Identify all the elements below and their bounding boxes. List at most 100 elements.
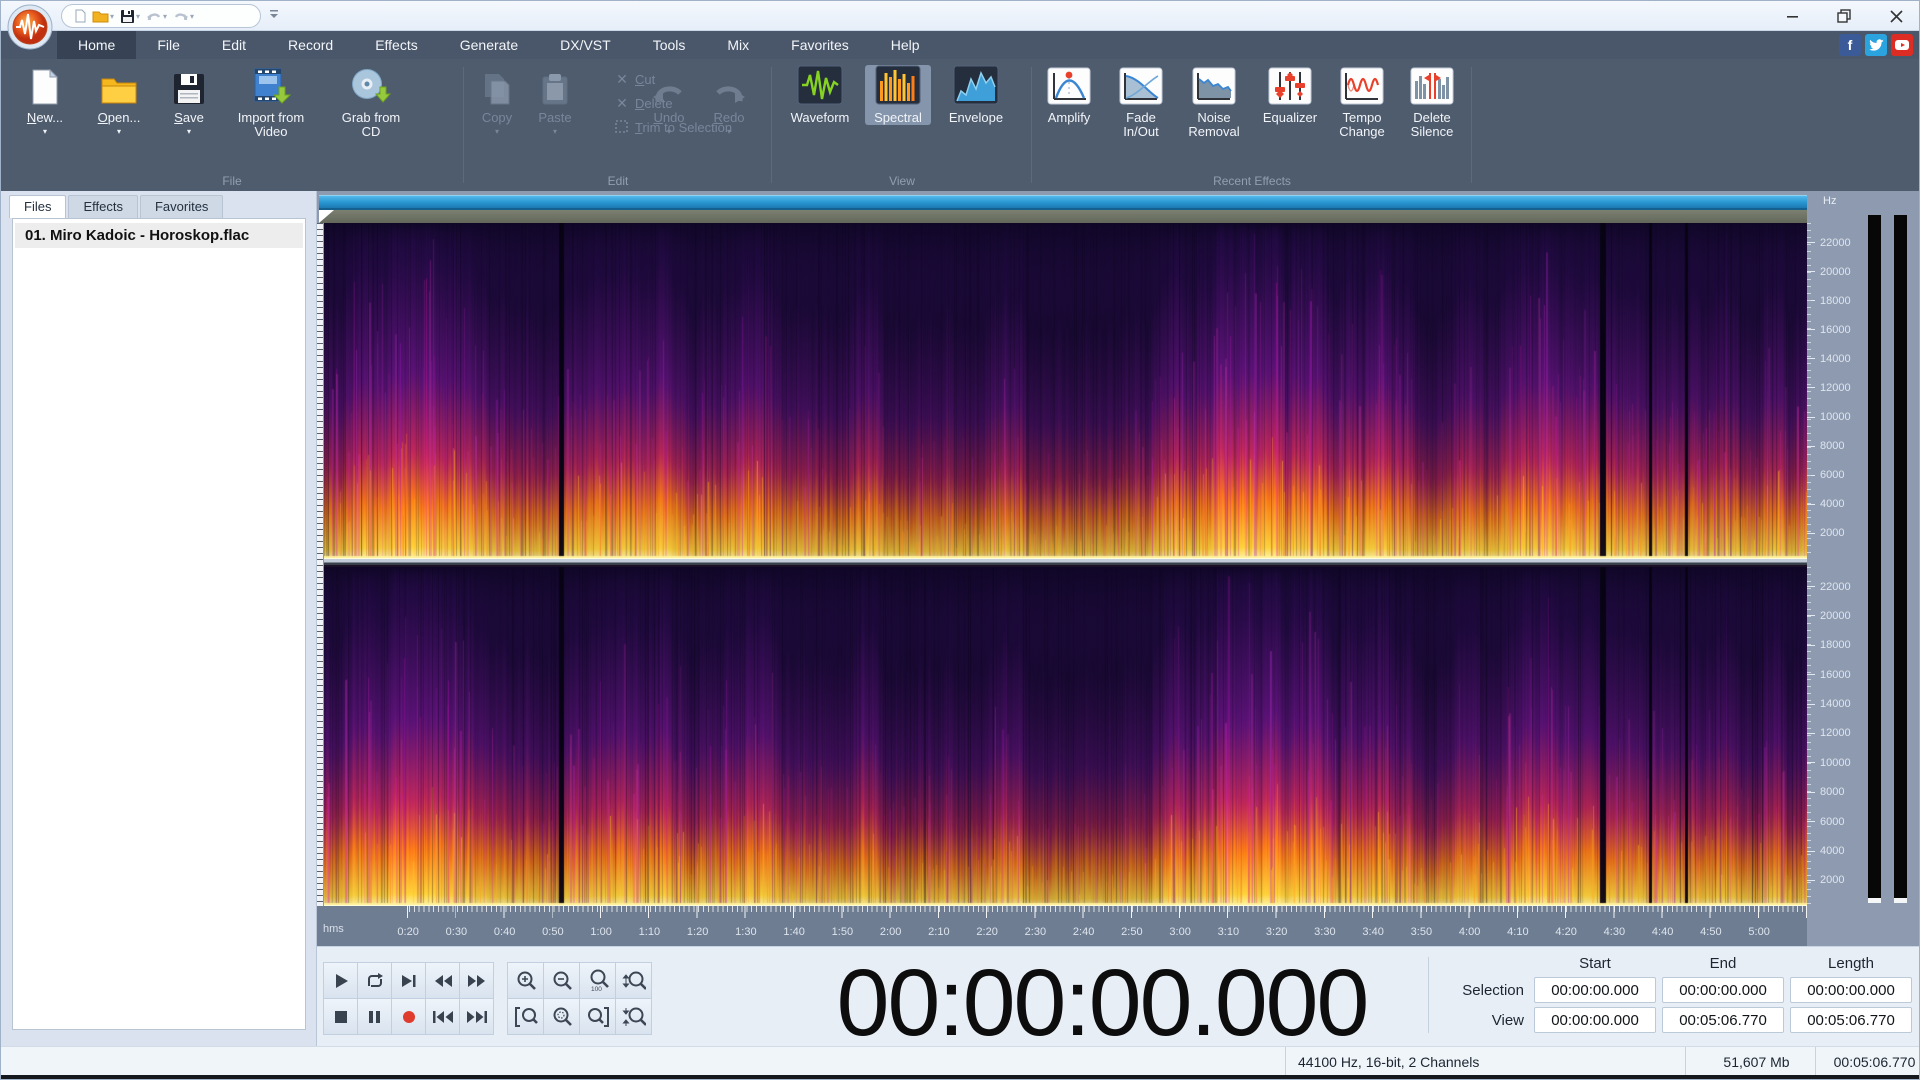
file-list[interactable]: 01. Miro Kadoic - Horoskop.flac: [12, 218, 306, 1030]
cut-button[interactable]: ✕ Cut: [615, 67, 785, 91]
twitter-icon[interactable]: [1865, 34, 1887, 56]
tempo-change-button[interactable]: Tempo Change: [1329, 65, 1395, 139]
dropdown-arrow-icon: ▾: [186, 127, 191, 136]
loop-playback-button[interactable]: [358, 963, 391, 998]
spectrogram-left-channel[interactable]: [324, 223, 1807, 559]
seek-bar[interactable]: [319, 195, 1807, 210]
audio-editor-window: ▾ ▾ ▾ ▾ Home File Edit Record Effects Ge…: [0, 0, 1920, 1080]
equalizer-button[interactable]: Equalizer: [1255, 65, 1325, 125]
tab-dxvst[interactable]: DX/VST: [539, 31, 632, 59]
qat-undo-button[interactable]: ▾: [144, 6, 169, 26]
close-button[interactable]: [1881, 4, 1911, 28]
play-button[interactable]: [324, 963, 357, 998]
amplify-label: Amplify: [1047, 110, 1091, 125]
window-buttons: [1777, 1, 1911, 31]
dropdown-arrow-icon: ▾: [136, 11, 141, 21]
ribbon-group-recent-effects: Amplify Fade In/Out Noise Removal Equali…: [1033, 59, 1471, 191]
import-from-video-button[interactable]: Import from Video: [229, 65, 313, 139]
qat-redo-button[interactable]: ▾: [171, 6, 196, 26]
amplify-button[interactable]: Amplify: [1035, 65, 1103, 125]
zoom-selection-button[interactable]: [544, 999, 579, 1034]
go-to-end-button[interactable]: [460, 999, 493, 1034]
play-cursor-marker[interactable]: [319, 210, 334, 223]
tab-favorites[interactable]: Favorites: [770, 31, 870, 59]
tab-effects[interactable]: Effects: [354, 31, 439, 59]
tab-home[interactable]: Home: [57, 31, 137, 59]
record-button[interactable]: [392, 999, 425, 1034]
tab-file[interactable]: File: [136, 31, 201, 59]
grab-from-cd-button[interactable]: Grab from CD: [331, 65, 411, 139]
fast-forward-button[interactable]: [460, 963, 493, 998]
ribbon-group-view: Waveform Spectral Envelope View: [773, 59, 1031, 191]
trim-to-selection-button[interactable]: Trim to Selection: [615, 115, 785, 139]
zoom-100-button[interactable]: 100: [580, 963, 615, 998]
waveform-label: Waveform: [790, 110, 850, 125]
menu-bar: Home File Edit Record Effects Generate D…: [1, 31, 1919, 59]
copy-button[interactable]: Copy ▾: [469, 65, 525, 136]
zoom-out-button[interactable]: [544, 963, 579, 998]
zoom-selection-end-button[interactable]: [580, 999, 615, 1034]
sidebar-tab-effects[interactable]: Effects: [68, 195, 138, 218]
view-start-field[interactable]: [1534, 1007, 1656, 1033]
save-button[interactable]: Save ▾: [153, 65, 225, 136]
delete-button[interactable]: ✕ Delete: [615, 91, 785, 115]
qat-new-button[interactable]: [72, 6, 88, 26]
open-button[interactable]: Open... ▾: [83, 65, 155, 136]
file-list-item[interactable]: 01. Miro Kadoic - Horoskop.flac: [15, 223, 303, 248]
noise-removal-button[interactable]: Noise Removal: [1179, 65, 1249, 139]
waveform-view-button[interactable]: Waveform: [781, 65, 859, 125]
stop-button[interactable]: [324, 999, 357, 1034]
undo-button[interactable]: Undo ▾: [643, 65, 695, 136]
header-start: Start: [1579, 955, 1611, 972]
transport-controls: [323, 962, 494, 1035]
facebook-icon[interactable]: f: [1839, 34, 1861, 56]
tab-edit[interactable]: Edit: [201, 31, 267, 59]
vertical-zoom-in-button[interactable]: [616, 963, 651, 998]
tab-help[interactable]: Help: [870, 31, 941, 59]
new-button[interactable]: New... ▾: [9, 65, 81, 136]
qat-customize-button[interactable]: [269, 7, 283, 25]
view-length-field[interactable]: [1790, 1007, 1912, 1033]
ribbon-group-edit: Copy ▾ Paste ▾ ✕ Cut ✕ Delete Trim to Sele…: [465, 59, 771, 191]
social-links: f: [1839, 31, 1919, 59]
paste-button[interactable]: Paste ▾: [527, 65, 583, 136]
minimize-button[interactable]: [1777, 4, 1807, 28]
time-tick-label: 1:20: [686, 926, 709, 938]
restore-button[interactable]: [1829, 4, 1859, 28]
delete-silence-button[interactable]: Delete Silence: [1399, 65, 1465, 139]
spectrogram-right-channel[interactable]: [324, 567, 1807, 906]
qat-open-button[interactable]: ▾: [90, 6, 116, 26]
qat-save-button[interactable]: ▾: [118, 6, 142, 26]
sidebar-tab-files[interactable]: Files: [9, 195, 67, 218]
marker-bar[interactable]: [319, 210, 1807, 223]
tempo-change-label: Tempo Change: [1339, 110, 1385, 139]
spectral-view-button[interactable]: Spectral: [865, 65, 931, 125]
redo-button[interactable]: Redo ▾: [703, 65, 755, 136]
tab-mix[interactable]: Mix: [706, 31, 770, 59]
vertical-zoom-out-button[interactable]: [616, 999, 651, 1034]
delete-silence-icon: [1410, 65, 1454, 105]
tab-tools[interactable]: Tools: [632, 31, 707, 59]
copy-icon: [483, 65, 511, 105]
import-video-label: Import from Video: [237, 110, 305, 139]
fade-in-out-button[interactable]: Fade In/Out: [1109, 65, 1173, 139]
pause-button[interactable]: [358, 999, 391, 1034]
youtube-icon[interactable]: [1891, 34, 1913, 56]
play-to-end-button[interactable]: [392, 963, 425, 998]
frequency-panel: Hz 22000 20000 18000 16000 14000 12000 10000 80…: [1807, 191, 1919, 946]
zoom-in-button[interactable]: [508, 963, 543, 998]
selection-length-field[interactable]: [1790, 977, 1912, 1003]
selection-start-field[interactable]: [1534, 977, 1656, 1003]
view-end-field[interactable]: [1662, 1007, 1784, 1033]
selection-end-field[interactable]: [1662, 977, 1784, 1003]
zoom-selection-start-button[interactable]: [508, 999, 543, 1034]
sidebar-tab-favorites[interactable]: Favorites: [139, 195, 224, 218]
tab-record[interactable]: Record: [267, 31, 354, 59]
time-ruler[interactable]: hms 0:20 0:30 0:40 0:50 1:00 1:10 1:20 1:30 1:40…: [317, 906, 1807, 946]
app-logo-icon[interactable]: [7, 4, 53, 50]
header-length: Length: [1828, 955, 1874, 972]
rewind-button[interactable]: [426, 963, 459, 998]
go-to-start-button[interactable]: [426, 999, 459, 1034]
envelope-view-button[interactable]: Envelope: [937, 65, 1015, 125]
tab-generate[interactable]: Generate: [439, 31, 539, 59]
